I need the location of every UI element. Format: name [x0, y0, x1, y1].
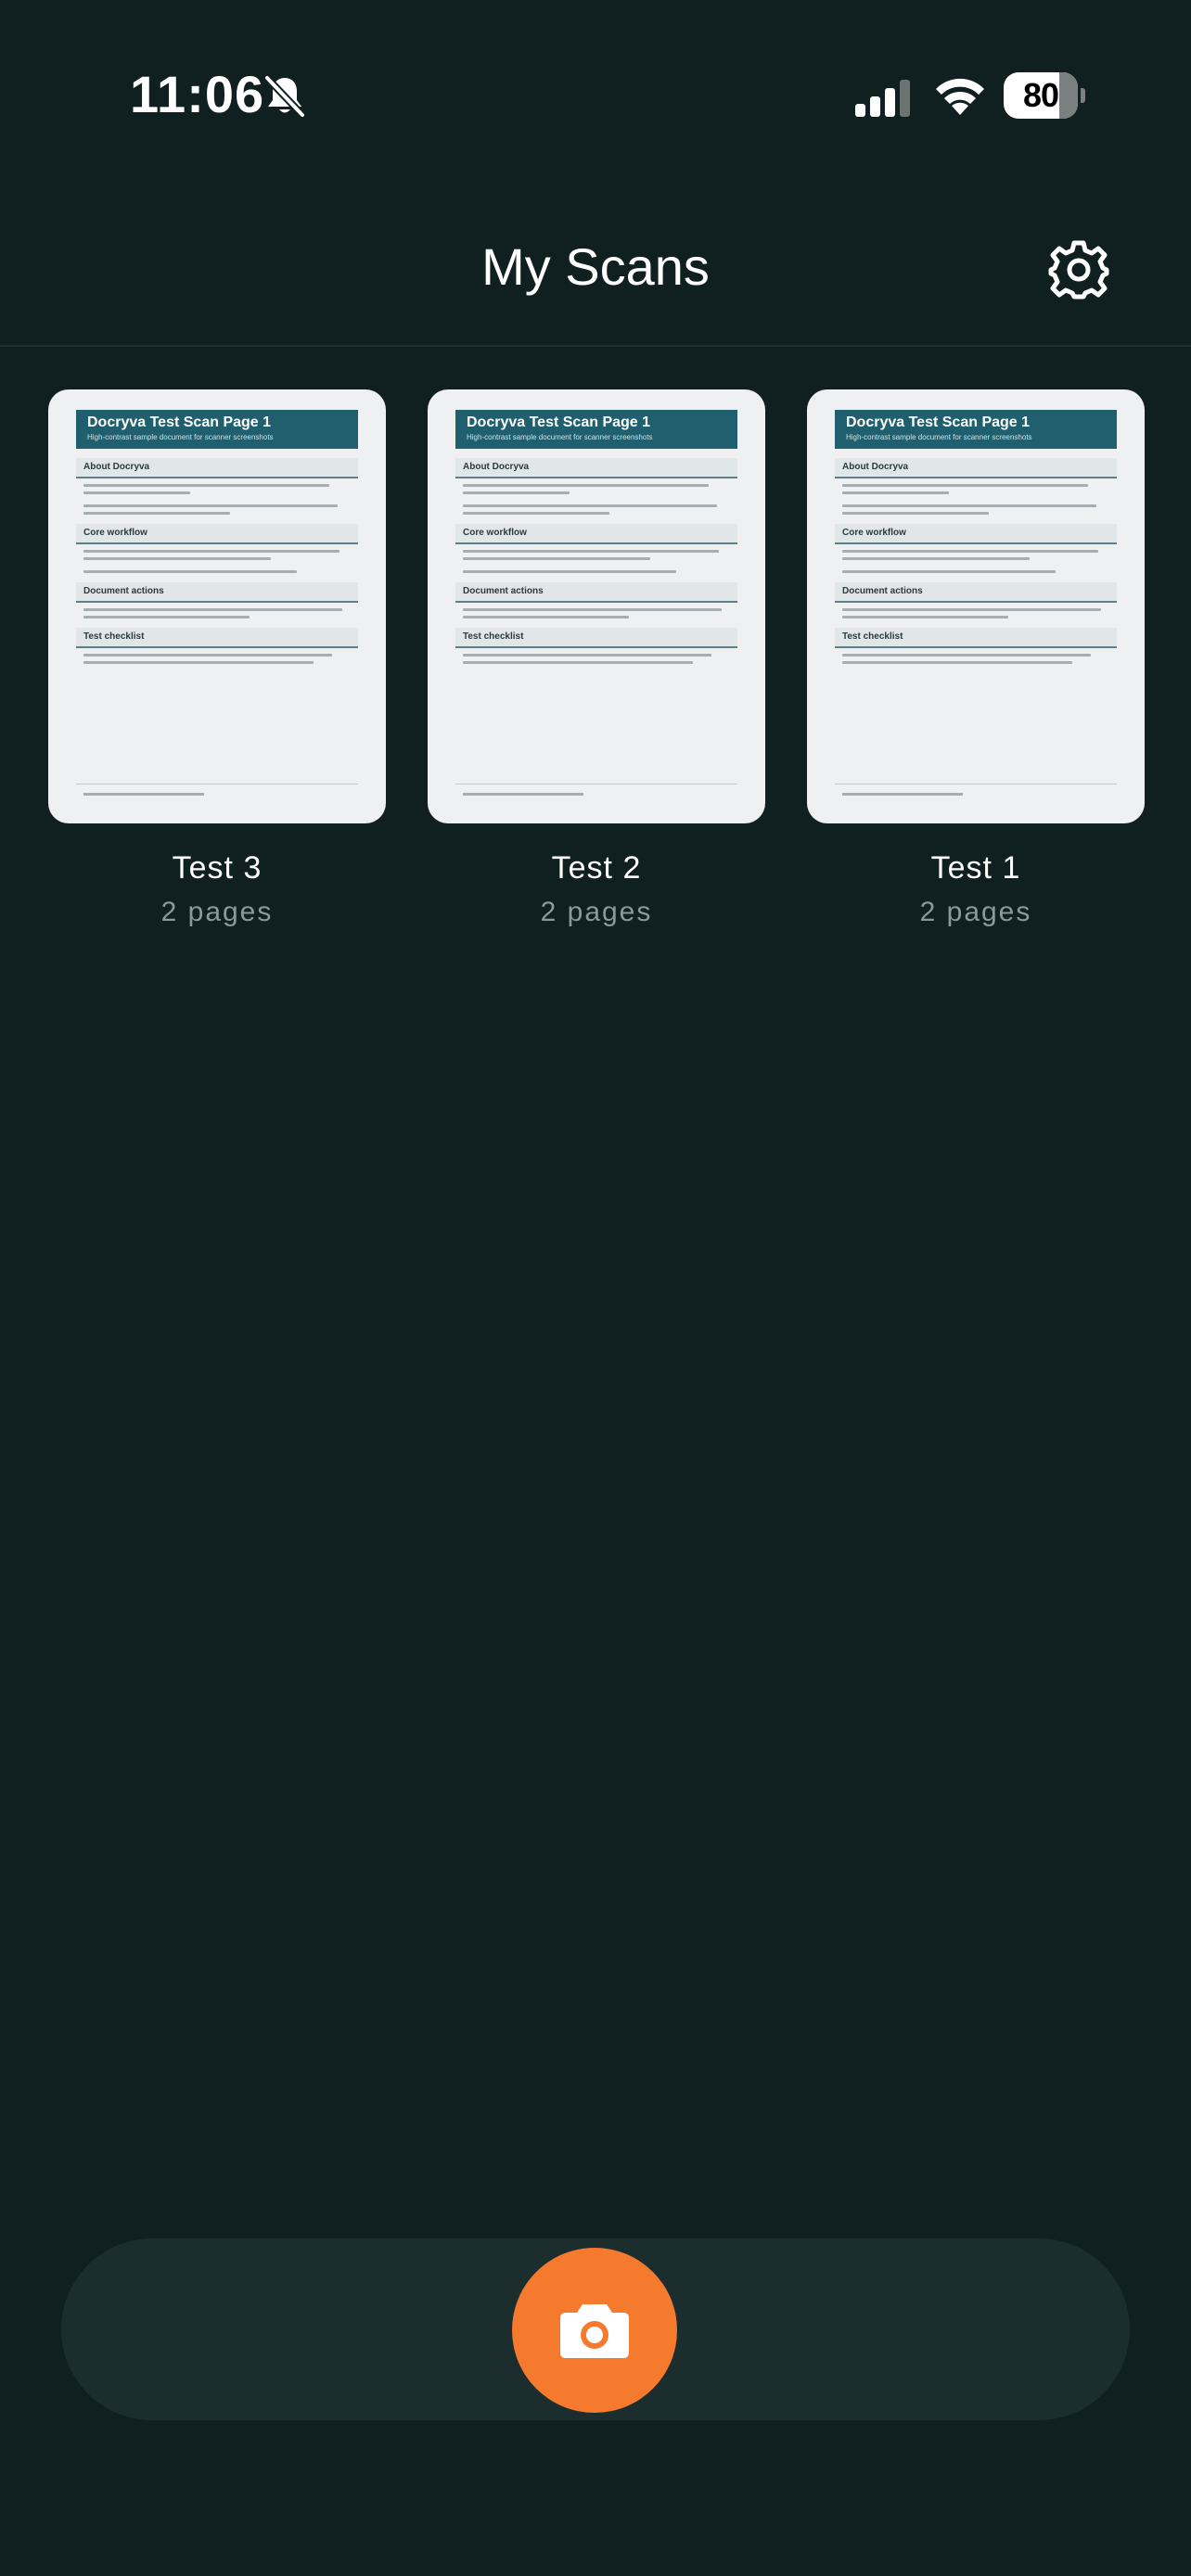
doc-banner: Docryva Test Scan Page 1 High-contrast s…: [76, 410, 358, 449]
doc-section: Core workflow: [835, 524, 1117, 544]
scan-card[interactable]: Docryva Test Scan Page 1 High-contrast s…: [48, 389, 386, 931]
page-title: My Scans: [481, 237, 710, 296]
doc-section: Document actions: [455, 582, 737, 603]
gear-icon: [1048, 240, 1109, 300]
scan-card[interactable]: Docryva Test Scan Page 1 High-contrast s…: [807, 389, 1145, 931]
scan-card[interactable]: Docryva Test Scan Page 1 High-contrast s…: [428, 389, 765, 931]
scan-thumbnail[interactable]: Docryva Test Scan Page 1 High-contrast s…: [807, 389, 1145, 823]
scan-thumbnail[interactable]: Docryva Test Scan Page 1 High-contrast s…: [428, 389, 765, 823]
doc-banner: Docryva Test Scan Page 1 High-contrast s…: [455, 410, 737, 449]
doc-banner: Docryva Test Scan Page 1 High-contrast s…: [835, 410, 1117, 449]
document-preview: Docryva Test Scan Page 1 High-contrast s…: [76, 410, 358, 805]
doc-section: Test checklist: [455, 628, 737, 648]
document-preview: Docryva Test Scan Page 1 High-contrast s…: [455, 410, 737, 805]
camera-button[interactable]: [512, 2248, 677, 2413]
doc-section: Core workflow: [455, 524, 737, 544]
battery-icon: 80: [1004, 72, 1085, 119]
bottom-bar: [61, 2238, 1130, 2420]
doc-section: Document actions: [835, 582, 1117, 603]
scan-name: Test 2: [551, 850, 642, 886]
battery-level: 80: [1022, 76, 1059, 114]
wifi-icon: [936, 78, 984, 115]
doc-section: Test checklist: [76, 628, 358, 648]
scan-grid: Docryva Test Scan Page 1 High-contrast s…: [48, 389, 1145, 931]
scan-thumbnail[interactable]: Docryva Test Scan Page 1 High-contrast s…: [48, 389, 386, 823]
doc-section: About Docryva: [455, 458, 737, 478]
doc-section: About Docryva: [76, 458, 358, 478]
scan-page-count: 2 pages: [919, 897, 1032, 927]
doc-subtitle: High-contrast sample document for scanne…: [87, 433, 274, 441]
doc-title: Docryva Test Scan Page 1: [846, 414, 1031, 430]
bell-slash-icon: [263, 74, 306, 119]
status-bar: 11:06 80: [0, 0, 1191, 185]
doc-section: About Docryva: [835, 458, 1117, 478]
scan-page-count: 2 pages: [160, 897, 274, 927]
doc-subtitle: High-contrast sample document for scanne…: [846, 433, 1032, 441]
cellular-signal-icon: [855, 80, 910, 117]
header: My Scans: [0, 204, 1191, 347]
scan-page-count: 2 pages: [540, 897, 653, 927]
doc-title: Docryva Test Scan Page 1: [87, 414, 272, 430]
doc-section: Core workflow: [76, 524, 358, 544]
scan-name: Test 1: [930, 850, 1021, 886]
doc-section: Document actions: [76, 582, 358, 603]
doc-subtitle: High-contrast sample document for scanne…: [467, 433, 653, 441]
doc-title: Docryva Test Scan Page 1: [467, 414, 651, 430]
camera-icon: [560, 2304, 629, 2358]
settings-button[interactable]: [1041, 232, 1117, 308]
status-time: 11:06: [130, 65, 265, 123]
doc-section: Test checklist: [835, 628, 1117, 648]
document-preview: Docryva Test Scan Page 1 High-contrast s…: [835, 410, 1117, 805]
scan-name: Test 3: [172, 850, 263, 886]
